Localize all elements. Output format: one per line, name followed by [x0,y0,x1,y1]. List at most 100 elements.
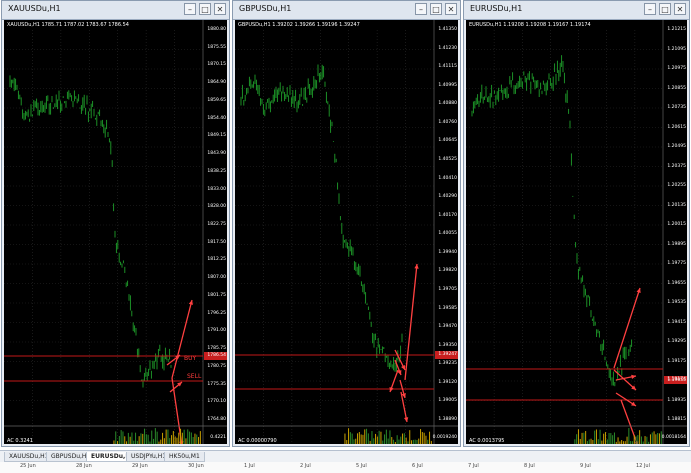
maximize-button[interactable]: □ [199,3,211,15]
ac-bar [133,440,135,444]
time-axis-label: 9 Jul [580,463,591,469]
chart-window-gbpusd[interactable]: GBPUSDu,H1 – □ ✕ GBPUSDu,H1 1.39202 1.39… [232,0,461,447]
ac-bar [380,431,382,444]
trend-arrow [620,399,638,444]
ac-bar [606,439,608,444]
price-tick-label: 1864.90 [207,80,226,86]
price-tick-label: 1822.75 [207,222,226,227]
price-tick-label: 1796.25 [207,310,226,316]
tab-hk50[interactable]: HK50u,M1 [164,452,205,462]
ac-bar [391,437,393,444]
price-chart[interactable]: EURUSDu,H1 1.19208 1.19208 1.19167 1.191… [466,20,687,444]
price-tick-label: 1770.10 [207,399,226,405]
ac-bar [604,432,606,444]
price-tick-label: 1.39585 [438,305,457,311]
ac-bar [640,436,642,444]
ac-bar [574,439,576,444]
price-tick-label: 1838.25 [207,168,226,174]
chart-window-eurusd[interactable]: EURUSDu,H1 – □ ✕ EURUSDu,H1 1.19208 1.19… [463,0,690,447]
ac-bar [414,439,416,444]
ac-bar [129,436,131,444]
ac-bar [163,438,165,444]
ac-bar [412,439,414,444]
price-tick-label: 1828.00 [207,204,226,210]
ac-indicator-label: AC 0.00000790 [238,438,277,444]
price-tick-label: 1775.35 [207,381,226,387]
ac-bar [378,430,380,444]
window-titlebar[interactable]: EURUSDu,H1 – □ ✕ [464,1,689,20]
minimize-button[interactable]: – [184,3,196,15]
ac-bar [631,441,633,444]
price-tick-label: 1.19895 [667,241,686,247]
price-tick-label: 1.39350 [438,342,457,348]
ac-bar [644,436,646,444]
ac-bar [180,428,182,444]
ac-bar [608,433,610,444]
price-tick-label: 1843.90 [207,151,226,157]
ac-bar [167,429,169,444]
ac-bar [590,438,592,444]
ac-bar [142,433,144,444]
price-tick-label: 1.20015 [667,222,686,227]
ac-bar [344,433,346,444]
window-titlebar[interactable]: GBPUSDu,H1 – □ ✕ [233,1,460,20]
price-tick-label: 1.20255 [667,183,686,188]
ac-bar [169,438,171,444]
ac-bar [637,435,639,444]
ac-bar [416,439,418,444]
price-tick-label: 1.40170 [438,212,457,218]
window-titlebar[interactable]: XAUUSDu,H1 – □ ✕ [2,1,229,20]
price-tick-label: 1833.00 [207,186,226,192]
price-chart[interactable]: GBPUSDu,H1 1.39202 1.39266 1.39196 1.392… [235,20,458,444]
price-tick-label: 1785.75 [207,346,226,352]
ac-bar [178,432,180,444]
ac-bar [367,433,369,444]
ac-bar [642,441,644,444]
maximize-button[interactable]: □ [430,3,442,15]
time-axis-label: 5 Jul [356,463,367,469]
price-tick-label: 1.41115 [438,64,457,70]
price-tick-label: 1.39235 [438,361,457,367]
price-tick-label: 1812.25 [207,257,226,263]
ac-bar [576,434,578,444]
chart-window-xauusd[interactable]: XAUUSDu,H1 – □ ✕ XAUUSDu,H1 1785.71 1787… [1,0,230,447]
window-title: GBPUSDu,H1 [239,4,292,13]
ac-bar [592,440,594,444]
price-chart[interactable]: XAUUSDu,H1 1785.71 1787.02 1783.67 1786.… [4,20,227,444]
minimize-button[interactable]: – [644,3,656,15]
time-axis-label: 8 Jul [524,463,535,469]
arrow-head [389,387,394,392]
close-button[interactable]: ✕ [214,3,226,15]
maximize-button[interactable]: □ [659,3,671,15]
ac-bar [658,433,660,444]
current-price-label: 1.19174 [667,377,686,382]
ac-bar [649,434,651,444]
ac-bar [427,439,429,444]
window-title: EURUSDu,H1 [470,4,523,13]
ac-bar [190,432,192,444]
ac-bar [594,430,596,444]
price-tick-label: 1.21095 [667,46,686,52]
price-tick-label: 1.41230 [438,45,457,51]
price-tick-label: 1.21215 [667,27,686,32]
ac-bar [153,438,155,444]
symbol-info: GBPUSDu,H1 1.39202 1.39266 1.39196 1.392… [238,22,360,28]
ac-bar [626,436,628,444]
ac-bar [189,431,191,444]
ac-bar [635,436,637,444]
ac-bar [615,441,617,444]
arrow-head [636,288,641,293]
price-tick-label: 1880.80 [207,27,226,32]
time-axis-label: 25 Jun [20,463,36,469]
price-tick-label: 1.20375 [667,163,686,169]
price-tick-label: 1.39470 [438,324,457,330]
trend-arrow [404,263,418,381]
price-tick-label: 1.40525 [438,157,457,162]
close-button[interactable]: ✕ [445,3,457,15]
close-button[interactable]: ✕ [674,3,686,15]
arrow-head [179,441,184,444]
price-tick-label: 1.39005 [438,398,457,404]
chart-canvas [4,20,227,444]
ac-bar [122,431,124,444]
minimize-button[interactable]: – [415,3,427,15]
